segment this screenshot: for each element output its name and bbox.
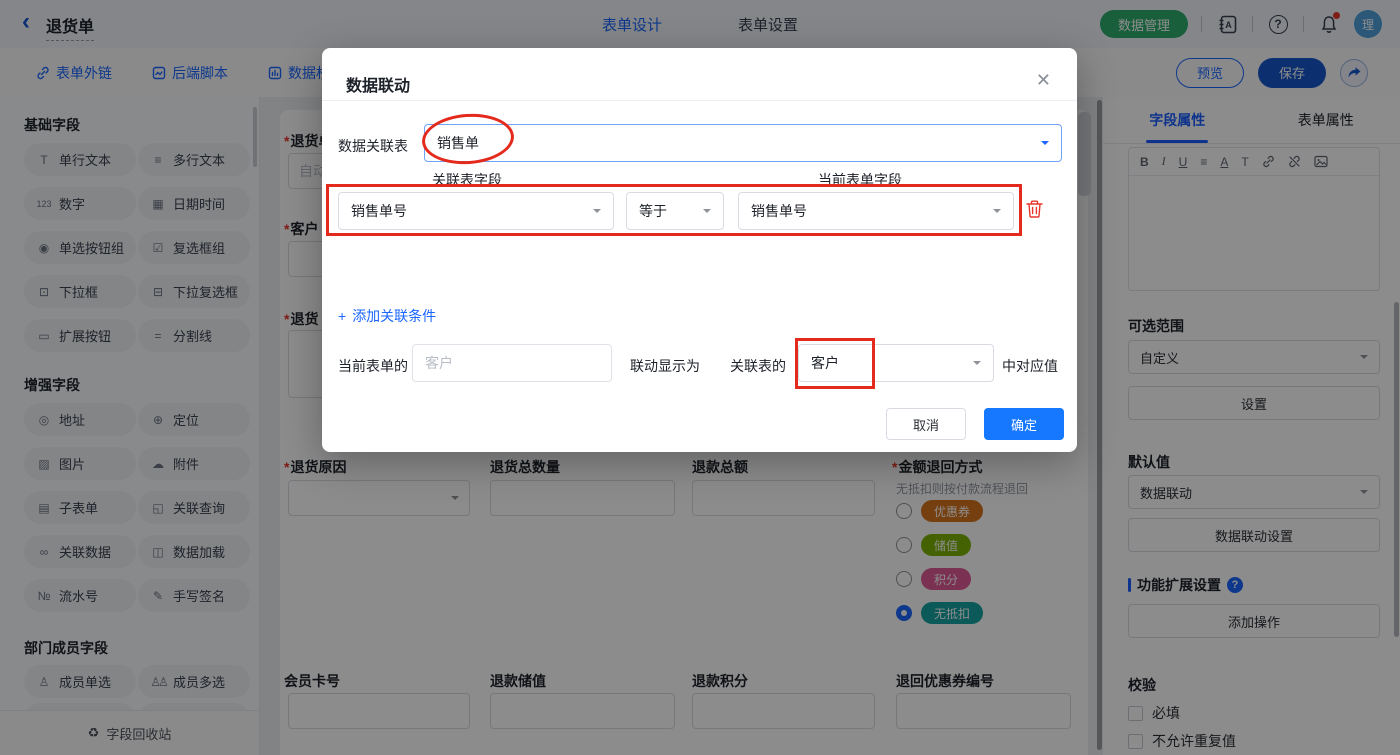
- divider: [322, 100, 1077, 101]
- condition-operator-select[interactable]: 等于: [626, 192, 724, 230]
- chevron-down-icon: [993, 209, 1001, 217]
- column-header-current-field: 当前表单字段: [818, 172, 902, 188]
- chevron-down-icon: [973, 361, 981, 369]
- add-condition-link[interactable]: + 添加关联条件: [338, 306, 436, 326]
- chevron-down-icon: [703, 209, 711, 217]
- current-form-prefix-label: 当前表单的: [338, 358, 408, 374]
- relation-table-label: 数据关联表: [338, 138, 408, 154]
- linkage-display-label: 联动显示为: [630, 358, 700, 374]
- data-linkage-modal: 数据联动 ✕ 数据关联表 销售单 关联表字段 当前表单字段 销售单号 等于 销售…: [322, 48, 1077, 452]
- form-designer-app: ‹ 退货单 表单设计 表单设置 数据管理 A ? 理 表单外链 后端脚本 数据权…: [0, 0, 1400, 755]
- column-header-relation-field: 关联表字段: [432, 172, 502, 188]
- chevron-down-icon: [1041, 141, 1049, 149]
- modal-title: 数据联动: [346, 78, 411, 95]
- corresponding-value-label: 中对应值: [1002, 358, 1058, 374]
- relation-table-of-label: 关联表的: [730, 358, 786, 374]
- condition-left-select[interactable]: 销售单号: [338, 192, 614, 230]
- delete-condition-icon[interactable]: [1026, 200, 1043, 218]
- close-icon[interactable]: ✕: [1036, 70, 1051, 91]
- cancel-button[interactable]: 取消: [886, 408, 966, 440]
- confirm-button[interactable]: 确定: [984, 408, 1064, 440]
- condition-right-select[interactable]: 销售单号: [738, 192, 1014, 230]
- relation-display-field-select[interactable]: 客户: [798, 344, 994, 382]
- relation-table-select[interactable]: 销售单: [424, 124, 1062, 162]
- add-icon: +: [338, 308, 347, 324]
- chevron-down-icon: [593, 209, 601, 217]
- current-form-field-input[interactable]: 客户: [412, 344, 612, 382]
